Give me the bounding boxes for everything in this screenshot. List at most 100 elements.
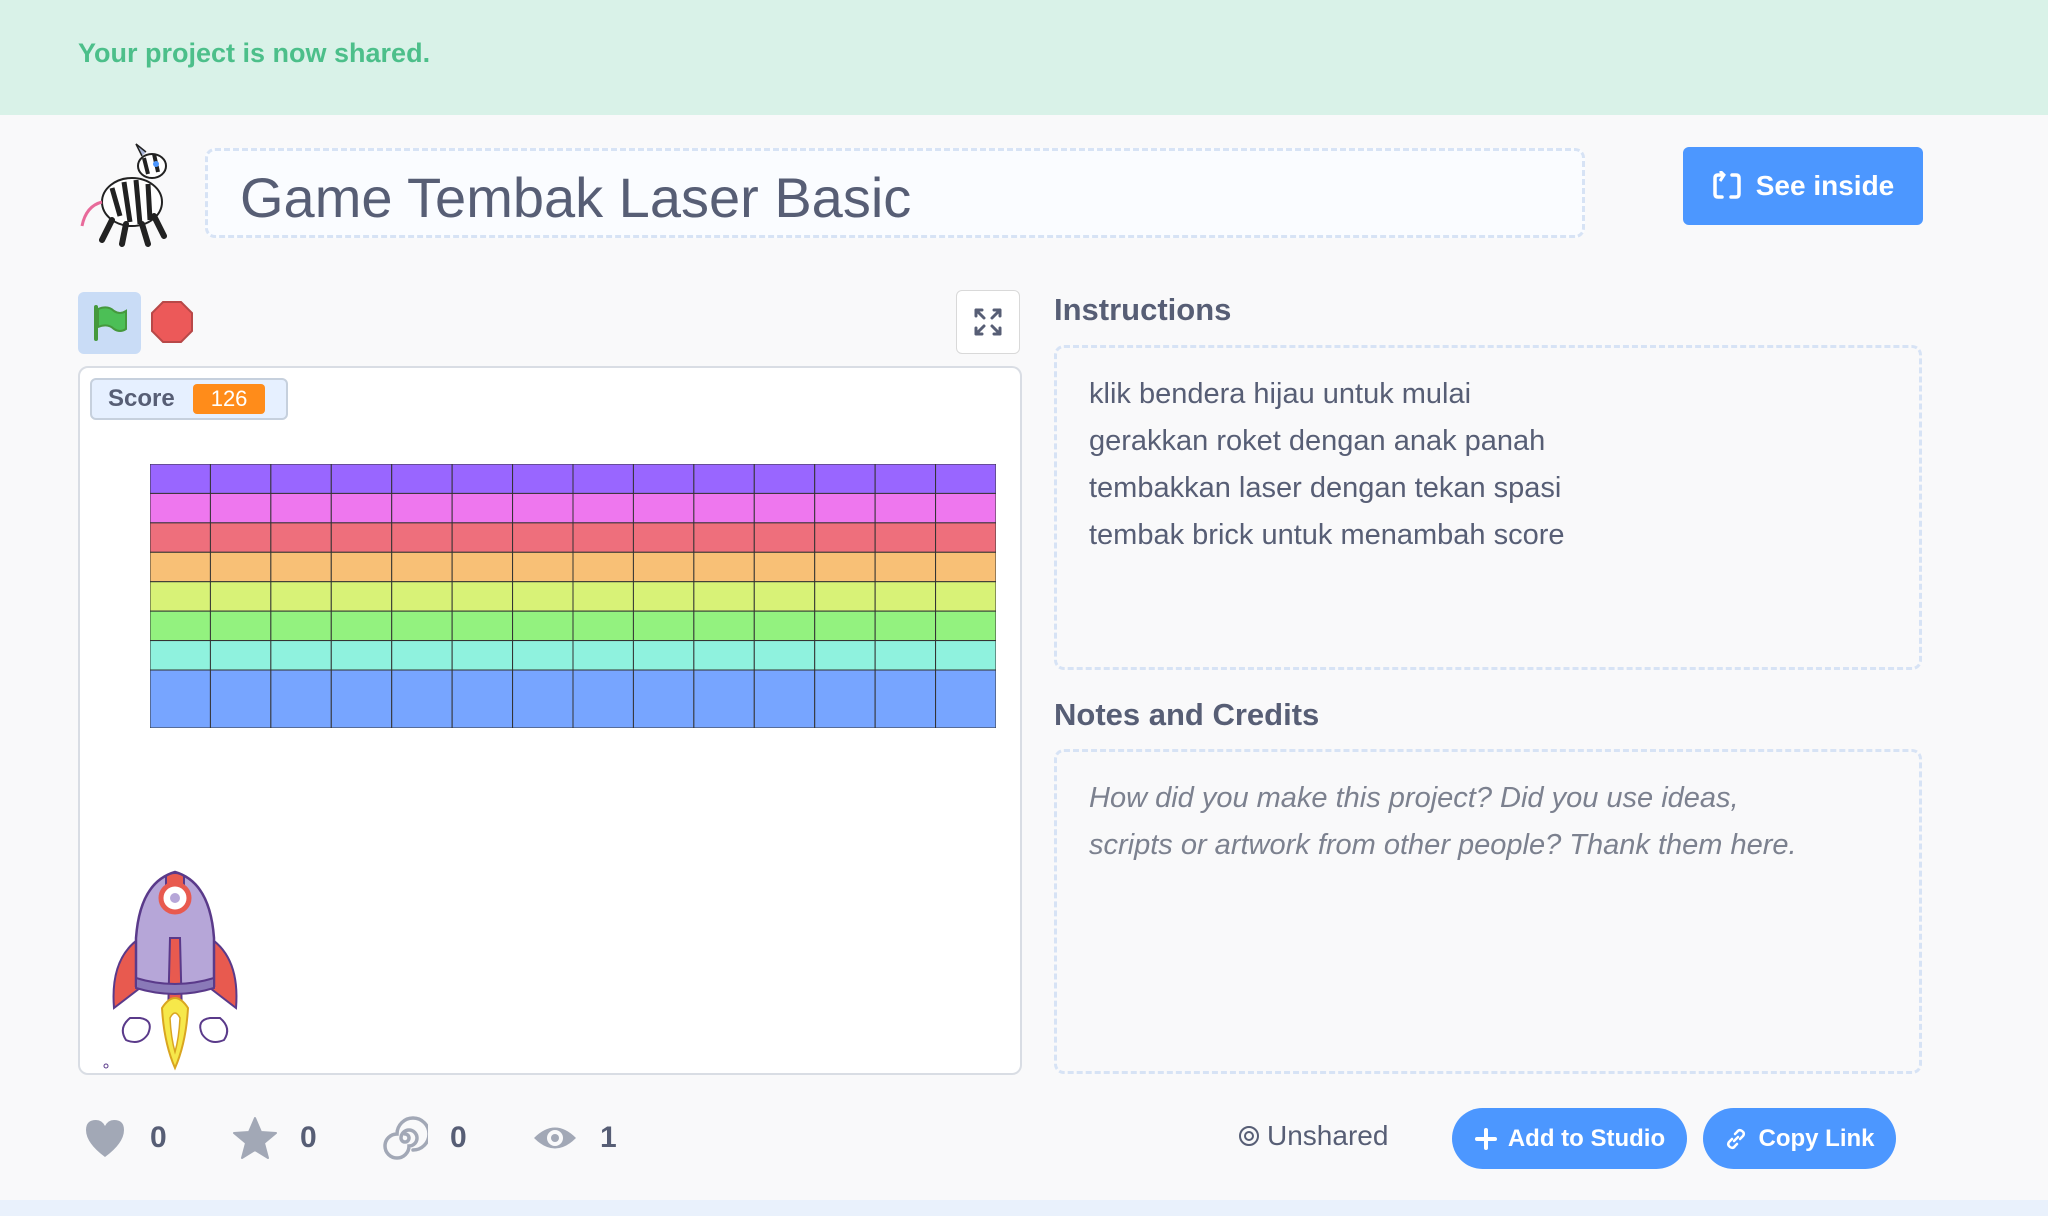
notes-textarea[interactable]: How did you make this project? Did you u… [1054, 749, 1922, 1074]
favorite-stat[interactable]: 0 [232, 1110, 317, 1166]
eye-icon [534, 1127, 576, 1149]
brick [572, 669, 634, 728]
brick [572, 464, 634, 494]
brick [150, 551, 211, 583]
brick [935, 581, 996, 612]
remix-spiral-icon [383, 1116, 428, 1160]
copy-link-label: Copy Link [1758, 1124, 1875, 1152]
brick [391, 464, 453, 494]
unshared-icon [1239, 1126, 1259, 1146]
rocket-sprite [103, 870, 238, 1071]
project-stage[interactable]: Score 126 [78, 366, 1022, 1075]
brick [632, 669, 695, 728]
brick [391, 640, 453, 671]
heart-icon [86, 1120, 124, 1157]
remix-count: 0 [450, 1121, 467, 1154]
brick [270, 492, 332, 524]
brick [814, 610, 876, 642]
brick [270, 640, 332, 671]
see-inside-label: See inside [1755, 170, 1895, 201]
shared-status-label: Unshared [1267, 1120, 1389, 1151]
score-label: Score [108, 385, 175, 412]
brick [451, 610, 514, 642]
brick [270, 610, 332, 642]
brick [150, 581, 211, 612]
views-count: 1 [600, 1121, 617, 1154]
brick [391, 610, 453, 642]
brick [209, 464, 272, 494]
love-count: 0 [150, 1121, 167, 1154]
brick [814, 464, 876, 494]
stop-icon[interactable] [150, 300, 194, 344]
favorite-count: 0 [300, 1121, 317, 1154]
fullscreen-button[interactable] [956, 290, 1020, 354]
brick [150, 464, 211, 494]
brick [391, 492, 453, 524]
brick [632, 610, 695, 642]
brick [935, 492, 996, 524]
instructions-textarea[interactable]: klik bendera hijau untuk mulai gerakkan … [1054, 345, 1922, 670]
brick [814, 492, 876, 524]
shared-status: Unshared [1237, 1120, 1388, 1152]
brick [209, 492, 272, 524]
brick [572, 640, 634, 671]
instruction-line: tembakkan laser dengan tekan spasi [1089, 472, 1562, 504]
brick [632, 551, 695, 583]
brick [935, 669, 996, 728]
brick [512, 522, 574, 553]
copy-link-button[interactable]: Copy Link [1703, 1108, 1896, 1169]
brick [270, 669, 332, 728]
see-inside-button[interactable]: See inside [1683, 147, 1923, 225]
brick [451, 492, 514, 524]
brick [209, 551, 272, 583]
brick [330, 581, 393, 612]
score-value: 126 [192, 384, 266, 414]
brick [572, 492, 634, 524]
star-icon [233, 1117, 277, 1159]
brick [814, 522, 876, 553]
brick [330, 551, 393, 583]
brick [693, 464, 755, 494]
add-to-studio-label: Add to Studio [1507, 1124, 1666, 1152]
remix-stat: 0 [382, 1110, 467, 1166]
user-avatar[interactable] [72, 140, 182, 250]
brick [572, 522, 634, 553]
love-stat[interactable]: 0 [82, 1110, 167, 1166]
notes-placeholder-line: How did you make this project? Did you u… [1089, 782, 1739, 814]
brick [512, 581, 574, 612]
brick [632, 581, 695, 612]
brick [693, 581, 755, 612]
brick [632, 522, 695, 553]
brick [753, 551, 816, 583]
fullscreen-icon [974, 308, 1002, 336]
brick [451, 581, 514, 612]
brick [874, 669, 937, 728]
brick [391, 581, 453, 612]
brick [814, 640, 876, 671]
brick [150, 522, 211, 553]
brick [451, 522, 514, 553]
brick [874, 464, 937, 494]
remix-arrows-icon [1712, 171, 1741, 199]
brick [632, 464, 695, 494]
green-flag-button[interactable] [78, 292, 141, 354]
green-flag-icon [93, 305, 127, 341]
brick [753, 610, 816, 642]
brick [693, 610, 755, 642]
add-to-studio-button[interactable]: Add to Studio [1452, 1108, 1687, 1169]
brick [391, 669, 453, 728]
brick [753, 522, 816, 553]
brick [632, 492, 695, 524]
brick [451, 551, 514, 583]
brick [150, 640, 211, 671]
brick [270, 581, 332, 612]
brick [150, 492, 211, 524]
link-icon [1727, 1128, 1746, 1149]
notes-heading: Notes and Credits [1054, 697, 1320, 732]
brick [209, 669, 272, 728]
brick [330, 464, 393, 494]
brick [753, 640, 816, 671]
brick [512, 669, 574, 728]
project-title-input[interactable]: Game Tembak Laser Basic [205, 148, 1585, 238]
brick [451, 640, 514, 671]
